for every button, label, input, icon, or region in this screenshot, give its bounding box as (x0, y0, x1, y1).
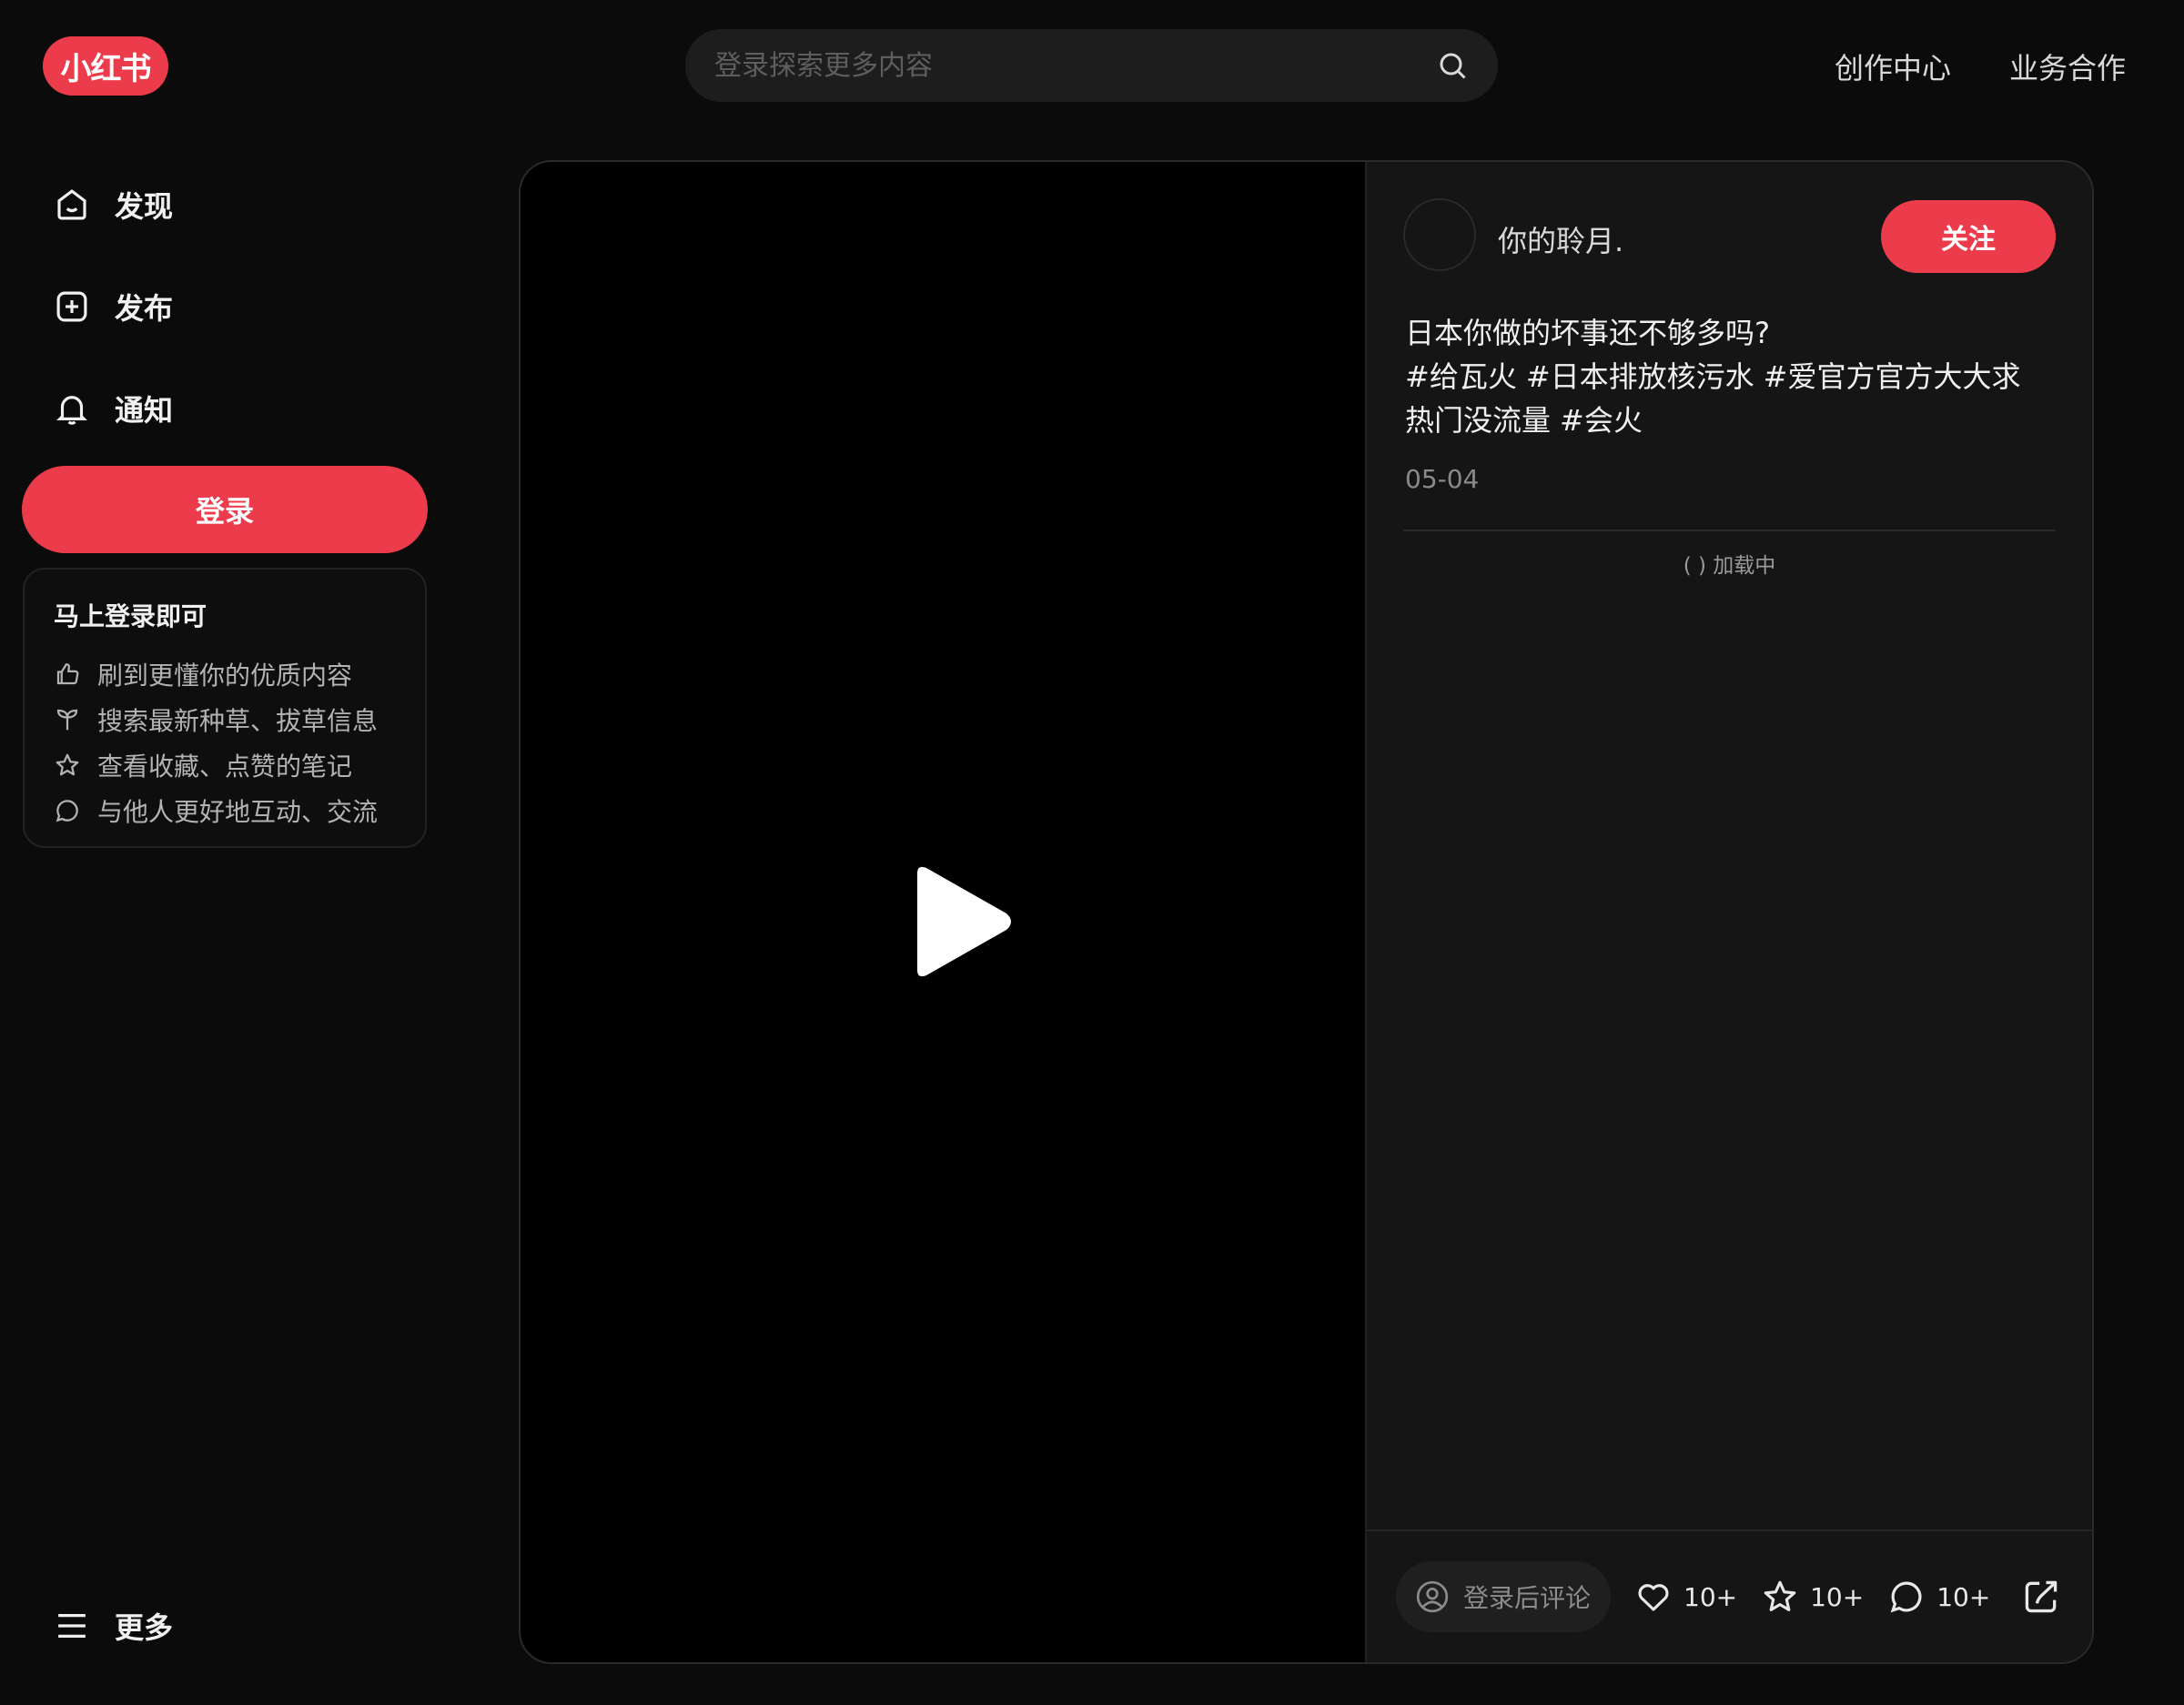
search-icon[interactable] (1436, 49, 1469, 82)
promo-row: 查看收藏、点赞的笔记 (54, 742, 396, 788)
sidebar-item-label: 更多 (115, 1610, 174, 1645)
loading-spinner-icon: ( ) (1683, 554, 1714, 578)
comment-input[interactable]: 登录后评论 (1396, 1561, 1611, 1632)
promo-row: 与他人更好地互动、交流 (54, 788, 396, 833)
plus-square-icon (56, 291, 87, 322)
chat-bubble-icon (56, 800, 78, 822)
thumbs-up-icon (56, 663, 79, 685)
play-icon[interactable] (903, 863, 1016, 981)
comments-loading: ( ) 加载中 (1367, 548, 2092, 579)
hashtag-link[interactable]: #会火 (1560, 403, 1643, 438)
user-circle-icon (1416, 1580, 1449, 1613)
note-description: 日本你做的坏事还不够多吗? #给瓦火 #日本排放核污水 #爱官方官方大大求热门没流量… (1405, 311, 2042, 442)
sidebar-item-more[interactable]: 更多 (53, 1605, 173, 1647)
note-date: 05-04 (1405, 464, 1480, 494)
creator-center-link[interactable]: 创作中心 (1835, 45, 1951, 87)
heart-icon (1638, 1584, 1669, 1611)
chat-bubble-icon (1890, 1581, 1922, 1613)
sidebar-item-label: 发布 (115, 291, 174, 326)
sidebar-item-publish[interactable]: 发布 (53, 286, 173, 328)
collect-button[interactable]: 10+ (1761, 1578, 1864, 1616)
bell-icon (56, 396, 87, 425)
promo-row-text: 搜索最新种草、拔草信息 (97, 706, 379, 736)
comment-count: 10+ (1936, 1581, 1991, 1612)
like-button[interactable]: 10+ (1634, 1578, 1737, 1616)
search-input[interactable] (714, 49, 1436, 82)
avatar[interactable] (1403, 198, 1476, 271)
sidebar-item-label: 发现 (115, 189, 174, 224)
business-cooperation-link[interactable]: 业务合作 (2009, 45, 2126, 87)
share-icon[interactable] (2021, 1577, 2061, 1617)
sidebar-item-discover[interactable]: 发现 (53, 184, 173, 226)
home-icon (57, 189, 86, 220)
follow-button[interactable]: 关注 (1881, 200, 2056, 273)
sidebar-item-notifications[interactable]: 通知 (53, 388, 173, 429)
collect-count: 10+ (1810, 1581, 1865, 1612)
loading-text: 加载中 (1713, 554, 1776, 578)
engagement-bar: 登录后评论 10+ 10+ 10+ (1367, 1529, 2092, 1662)
divider (1403, 530, 2056, 531)
sprout-icon (56, 709, 78, 731)
menu-icon (58, 1614, 86, 1638)
note-title: 日本你做的坏事还不够多吗? (1405, 316, 1770, 350)
author-name[interactable]: 你的聆月. (1498, 218, 1623, 260)
like-count: 10+ (1684, 1581, 1738, 1612)
star-icon (1764, 1580, 1796, 1611)
hashtag-link[interactable]: #日本排放核污水 (1526, 359, 1754, 394)
video-player[interactable] (521, 162, 1365, 1662)
promo-row-text: 刷到更懂你的优质内容 (97, 661, 353, 691)
comment-placeholder: 登录后评论 (1463, 1583, 1592, 1613)
note-tags: #给瓦火 #日本排放核污水 #爱官方官方大大求热门没流量 #会火 (1405, 355, 2042, 442)
login-promo-card: 马上登录即可 刷到更懂你的优质内容 搜索最新种草、拔草信息 查看收藏、点赞的笔记… (23, 568, 427, 848)
comment-button[interactable]: 10+ (1887, 1578, 1990, 1616)
note-info-panel: 你的聆月. 关注 日本你做的坏事还不够多吗? #给瓦火 #日本排放核污水 #爱官方官… (1365, 162, 2092, 1662)
search-bar[interactable] (685, 29, 1498, 102)
promo-row: 刷到更懂你的优质内容 (54, 651, 396, 697)
promo-title: 马上登录即可 (54, 601, 207, 631)
promo-row: 搜索最新种草、拔草信息 (54, 697, 396, 742)
xiaohongshu-logo[interactable]: 小红书 (43, 36, 168, 96)
hashtag-link[interactable]: #给瓦火 (1405, 359, 1517, 394)
sidebar-item-label: 通知 (115, 393, 174, 428)
promo-row-text: 与他人更好地互动、交流 (97, 797, 379, 827)
promo-row-text: 查看收藏、点赞的笔记 (97, 752, 353, 782)
login-button[interactable]: 登录 (22, 466, 428, 553)
note-detail-card: 你的聆月. 关注 日本你做的坏事还不够多吗? #给瓦火 #日本排放核污水 #爱官方官… (519, 160, 2094, 1664)
star-icon (56, 753, 79, 776)
